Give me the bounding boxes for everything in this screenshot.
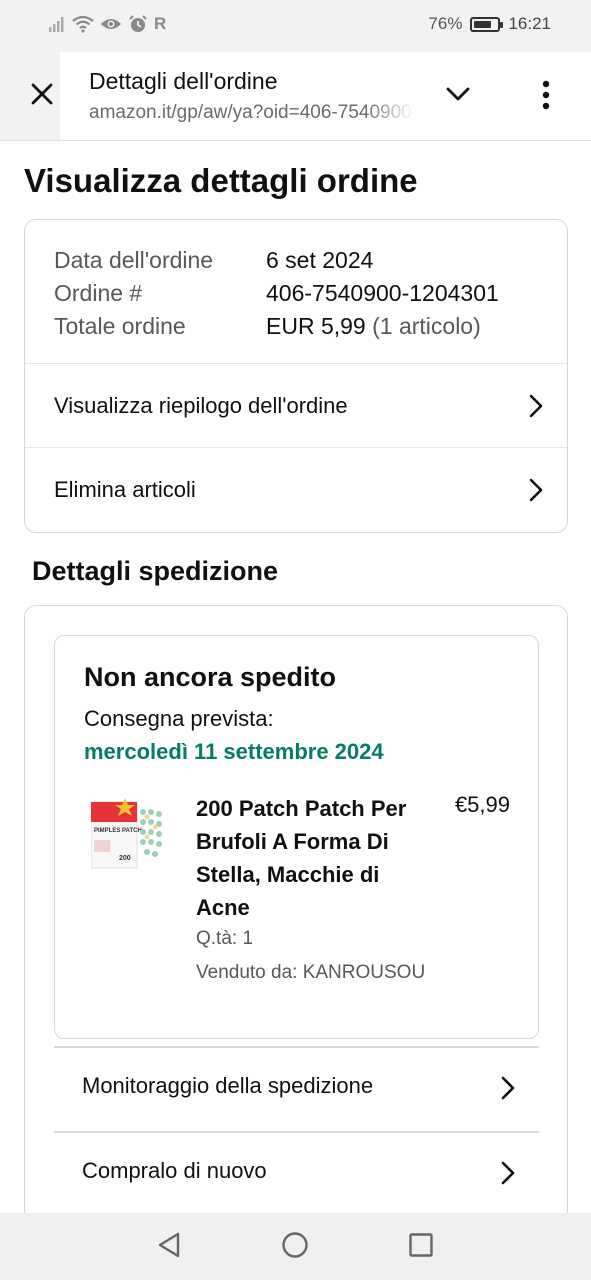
order-date-row: Data dell'ordine 6 set 2024 [54,244,499,277]
close-icon[interactable] [30,82,54,106]
product-image-count: 200 [119,855,131,862]
chevron-down-icon[interactable] [446,86,470,102]
order-total-row: Totale ordine EUR 5,99 (1 articolo) [54,310,499,343]
chevron-right-icon [529,478,543,502]
order-date-label: Data dell'ordine [54,247,214,273]
shipment-card: Non ancora spedito Consegna prevista: me… [54,635,539,1039]
buy-again-label: Compralo di nuovo [82,1158,267,1183]
recents-square-icon[interactable] [408,1231,434,1259]
track-shipment-label: Monitoraggio della spedizione [82,1073,374,1098]
back-triangle-icon[interactable] [156,1231,182,1259]
product-image[interactable]: PIMPLES PATCH 200 [91,798,169,870]
home-circle-icon[interactable] [281,1231,309,1259]
order-total-label: Totale ordine [54,313,186,339]
product-seller: Venduto da: KANROUSOU [196,962,426,983]
page-title: Visualizza dettagli ordine [24,162,418,199]
chevron-right-icon [501,1161,515,1185]
track-shipment-link[interactable]: Monitoraggio della spedizione [54,1046,539,1130]
close-button[interactable] [0,52,60,140]
shipping-section-title: Dettagli spedizione [32,556,279,586]
order-total-value: EUR 5,99 (1 articolo) [266,310,481,343]
product-price: €5,99 [454,792,510,817]
delivery-label: Consegna prevista: [84,706,274,731]
status-icons-right: 76% 16:21 [428,14,551,34]
signal-icon [49,17,64,32]
status-icons-left: R [48,14,166,34]
order-number-value: 406-7540900-1204301 [266,280,499,306]
product-title[interactable]: 200 Patch Patch Per Brufoli A Forma Di S… [196,792,421,924]
more-vert-icon[interactable] [540,80,552,110]
order-number-row: Ordine # 406-7540900-1204301 [54,277,499,310]
battery-icon [470,16,504,32]
chevron-right-icon [501,1076,515,1100]
order-date-value: 6 set 2024 [266,247,374,273]
battery-fill [474,20,492,28]
toolbar-url[interactable]: amazon.it/gp/aw/ya?oid=406-7540900-12043… [89,102,414,124]
product-quantity: Q.tà: 1 [196,928,254,949]
chevron-right-icon [529,394,543,418]
order-total-amount: EUR 5,99 [266,313,366,339]
wifi-icon [72,15,94,33]
buy-again-link[interactable]: Compralo di nuovo [54,1131,539,1215]
clock: 16:21 [508,14,551,33]
eye-icon [101,19,121,29]
order-info: Data dell'ordine 6 set 2024 Ordine # 406… [54,244,499,343]
alarm-icon [129,15,147,32]
toolbar-title: Dettagli dell'ordine [89,68,278,94]
status-bar: R 76% 16:21 [0,0,591,52]
shipment-status: Non ancora spedito [84,662,337,692]
view-order-summary-link[interactable]: Visualizza riepilogo dell'ordine [25,363,567,447]
view-order-summary-label: Visualizza riepilogo dell'ordine [54,392,348,418]
r-icon: R [154,14,167,33]
battery-percent: 76% [428,14,463,33]
order-number-label: Ordine # [54,280,143,306]
shipping-card: Non ancora spedito Consegna prevista: me… [24,605,568,1245]
custom-tab-toolbar: Dettagli dell'ordine amazon.it/gp/aw/ya?… [0,52,591,141]
order-total-items: (1 articolo) [372,313,481,339]
order-summary-card: Data dell'ordine 6 set 2024 Ordine # 406… [24,219,568,533]
delete-items-label: Elimina articoli [54,476,196,502]
delivery-date: mercoledì 11 settembre 2024 [84,739,384,764]
system-nav-bar [0,1213,591,1280]
delete-items-link[interactable]: Elimina articoli [25,447,567,531]
product-image-brand: PIMPLES PATCH [94,828,142,834]
